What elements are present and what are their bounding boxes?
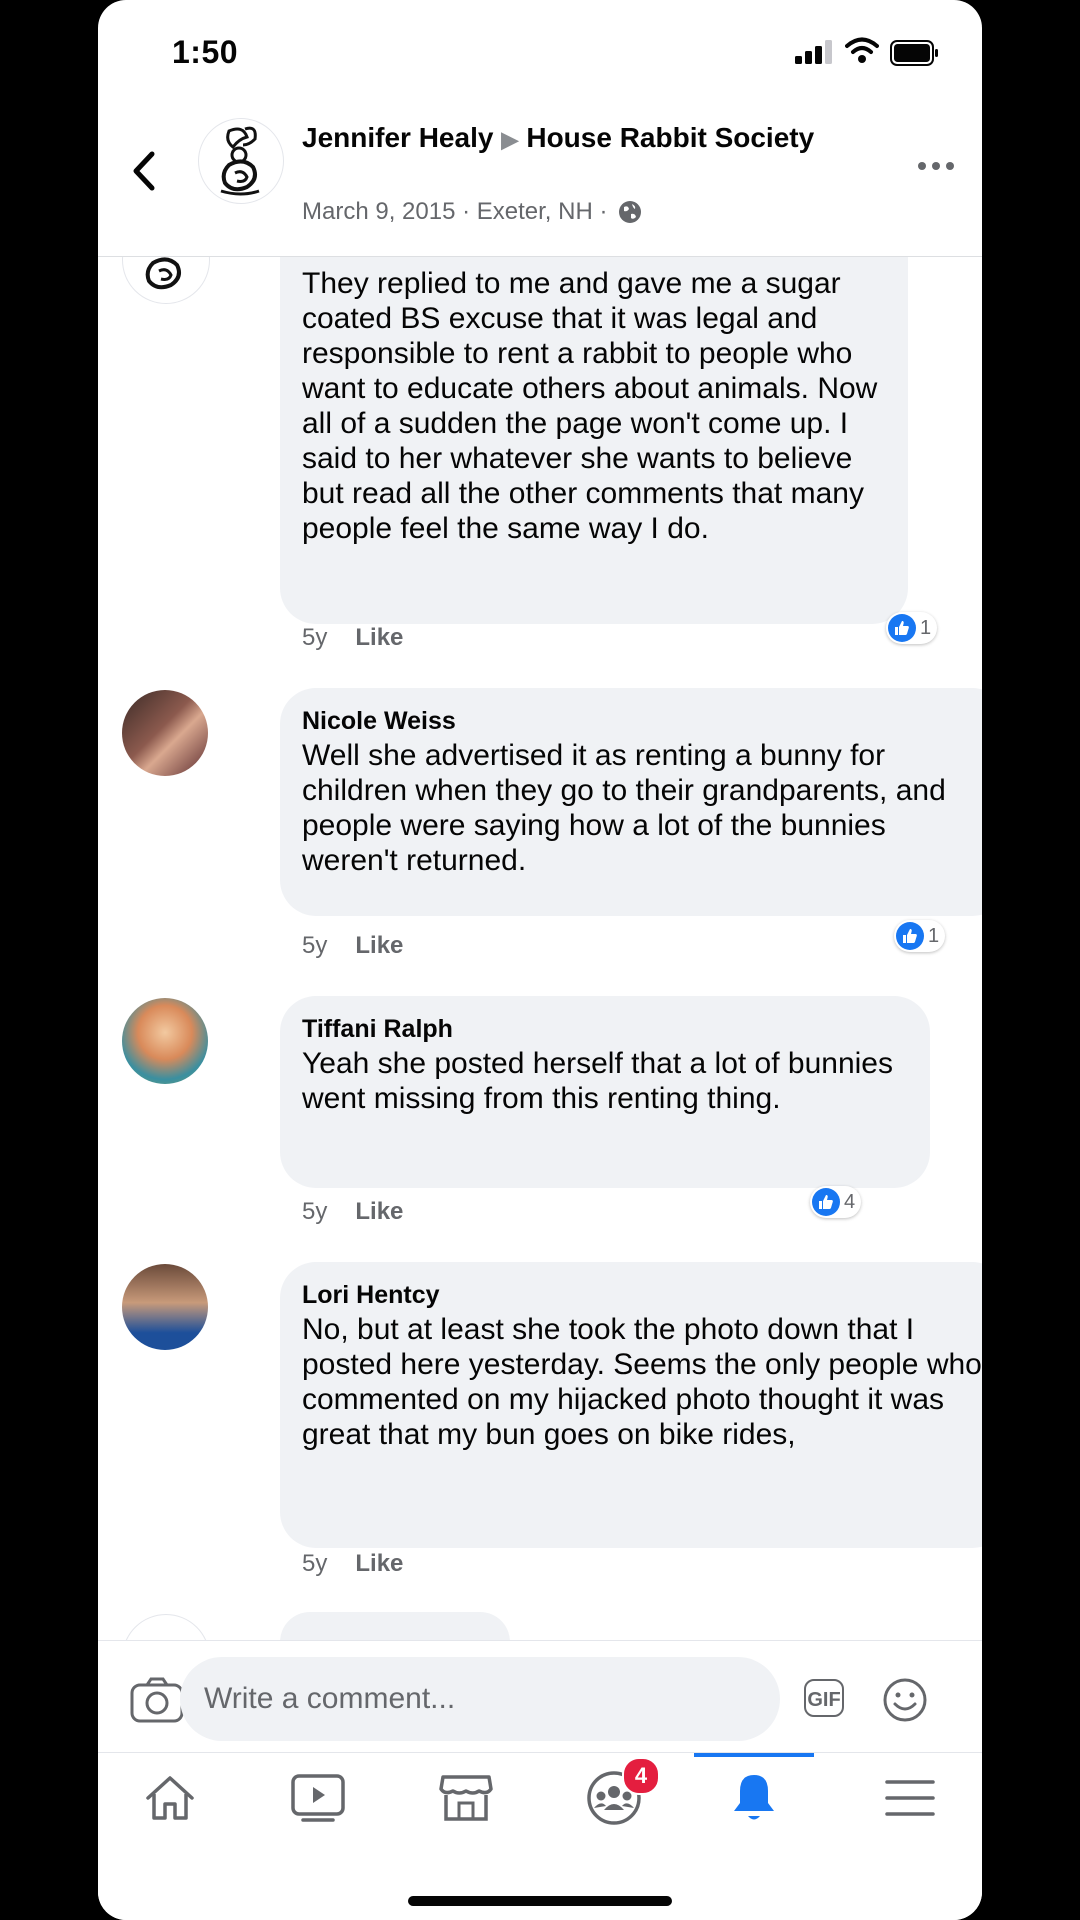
home-indicator [408,1896,672,1906]
home-icon [146,1776,194,1820]
more-options-icon[interactable] [916,156,956,176]
group-name[interactable]: House Rabbit Society [526,122,814,153]
comment-input[interactable] [180,1657,780,1741]
comment-meta: 5y Like [302,1550,403,1578]
reaction-number: 1 [928,924,940,947]
like-button[interactable]: Like [355,624,403,651]
reaction-number: 4 [844,1190,856,1213]
wifi-icon [845,37,879,63]
separator-dot: · [599,198,608,225]
status-time: 1:50 [172,34,239,70]
marketplace-icon [439,1775,493,1821]
like-button[interactable]: Like [355,1198,403,1225]
post-header: Jennifer Healy ▶ House Rabbit Society Marc… [98,110,982,257]
thumbs-up-icon [896,922,924,950]
camera-icon[interactable] [130,1677,184,1723]
post-location[interactable]: Exeter, NH [477,198,593,225]
gif-button[interactable]: GIF [804,1679,844,1717]
comment-bubble[interactable] [280,1612,510,1640]
page-avatar[interactable] [198,118,284,204]
separator-dot: · [462,198,471,225]
like-button[interactable]: Like [355,1550,403,1577]
tab-watch[interactable] [258,1753,378,1843]
comment-bubble[interactable]: Lori Hentcy No, but at least she took th… [280,1262,982,1548]
comment-text: Well she advertised it as renting a bunn… [302,739,946,877]
phone-screen: 1:50 Jennifer Healy ▶ House Rabbit Socie… [98,0,982,1920]
commenter-avatar[interactable] [122,1614,210,1640]
comment-meta: 5y Like [302,1198,403,1226]
post-title: Jennifer Healy ▶ House Rabbit Society [302,120,822,158]
notification-badge: 4 [622,1757,660,1795]
tab-home[interactable] [110,1753,230,1843]
emoji-icon[interactable] [882,1677,928,1723]
comment-bubble[interactable]: Tiffani Ralph Yeah she posted herself th… [280,996,930,1188]
like-button[interactable]: Like [355,932,403,959]
comment-age: 5y [302,932,328,959]
commenter-avatar[interactable] [122,998,208,1084]
reaction-count[interactable]: 1 [894,920,946,952]
post-date[interactable]: March 9, 2015 [302,198,455,225]
commenter-avatar[interactable] [122,256,210,304]
thumbs-up-icon [888,614,916,642]
bell-icon [734,1775,774,1820]
comment-bubble[interactable]: Nicole Weiss Well she advertised it as r… [280,688,982,916]
comment-age: 5y [302,1198,328,1225]
reaction-count[interactable]: 4 [810,1186,862,1218]
comment-age: 5y [302,624,328,651]
watch-icon [291,1774,345,1822]
reaction-number: 1 [920,616,932,639]
post-subtitle: March 9, 2015 · Exeter, NH · [302,198,642,226]
comment-text: No, but at least she took the photo down… [302,1313,982,1451]
post-author-name[interactable]: Jennifer Healy [302,122,493,153]
comment-text: They replied to me and gave me a sugar c… [302,267,878,545]
signal-icon [795,40,832,64]
comment-compose-bar: GIF [98,1640,982,1753]
commenter-avatar[interactable] [122,1264,208,1350]
globe-icon [619,201,642,223]
menu-icon [885,1780,935,1816]
thumbs-up-icon [812,1188,840,1216]
tab-groups[interactable]: 4 [554,1753,674,1843]
back-arrow-icon[interactable] [124,146,164,196]
comment-meta: 5y Like [302,624,403,652]
rabbit-logo-icon [220,126,260,196]
bottom-nav: 4 [98,1752,982,1920]
comment-author[interactable]: Nicole Weiss [302,704,982,738]
rabbit-logo-icon [145,257,181,290]
triangle-right-icon: ▶ [501,127,519,152]
tab-marketplace[interactable] [406,1753,526,1843]
comment-author[interactable]: Lori Hentcy [302,1278,982,1312]
tab-menu[interactable] [850,1753,970,1843]
comment-age: 5y [302,1550,328,1577]
comment-bubble[interactable]: They replied to me and gave me a sugar c… [280,256,908,624]
reaction-count[interactable]: 1 [886,612,938,644]
commenter-avatar[interactable] [122,690,208,776]
comment-meta: 5y Like [302,932,403,960]
battery-icon [890,40,938,66]
comment-author[interactable]: Tiffani Ralph [302,1012,908,1046]
tab-notifications[interactable] [694,1753,814,1843]
comment-text: Yeah she posted herself that a lot of bu… [302,1047,893,1115]
comments-list: They replied to me and gave me a sugar c… [98,256,982,1640]
status-bar: 1:50 [98,0,982,110]
